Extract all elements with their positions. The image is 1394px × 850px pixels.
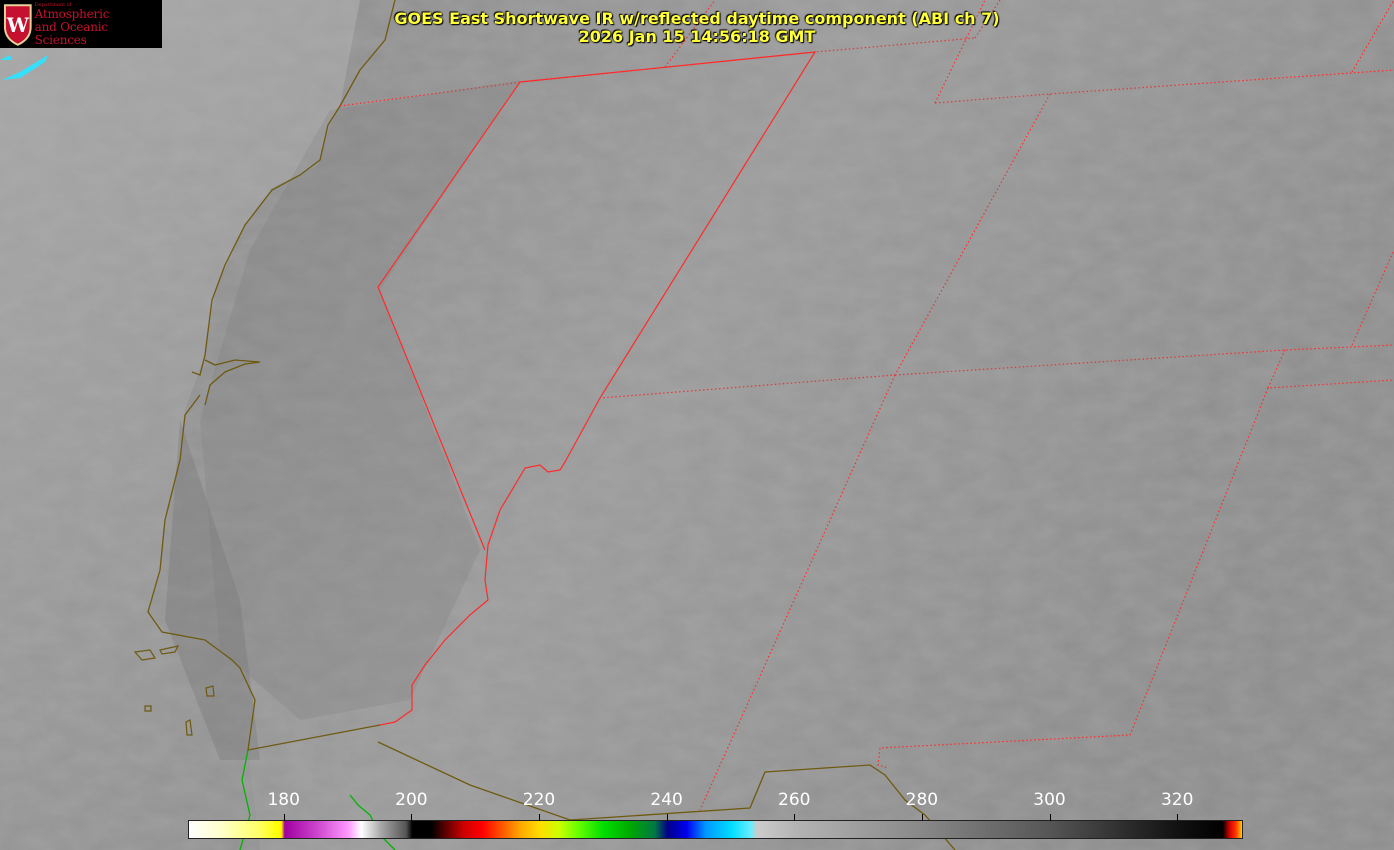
colorbar-tick-label: 300: [1033, 790, 1066, 810]
colorbar-tick-label: 260: [778, 790, 811, 810]
image-title: GOES East Shortwave IR w/reflected dayti…: [394, 9, 1000, 28]
colorbar-tick-label: 320: [1160, 790, 1194, 810]
colorbar-tick-label: 180: [267, 790, 300, 810]
colorbar-tick-label: 240: [650, 790, 683, 810]
colorbar-tick: [539, 814, 540, 821]
colorbar-tick: [1049, 814, 1051, 821]
colorbar-labels: 180 200 220 240 260 280 300 320: [0, 790, 1394, 812]
colorbar-tick-label: 200: [395, 790, 428, 810]
satellite-image[interactable]: [0, 0, 1394, 850]
colorbar-tick: [283, 814, 285, 821]
colorbar-tick: [794, 814, 796, 821]
image-timestamp: 2026 Jan 15 14:56:18 GMT: [578, 27, 816, 46]
colorbar-tick-label: 220: [522, 790, 556, 810]
colorbar-tick: [666, 814, 668, 821]
colorbar: [188, 820, 1243, 839]
colorbar-tick: [921, 814, 923, 821]
colorbar-tick: [411, 814, 413, 821]
satellite-viewer: W Department of Atmospheric and Oceanic …: [0, 0, 1394, 850]
colorbar-tick-label: 280: [905, 790, 939, 810]
colorbar-tick: [1177, 814, 1179, 821]
